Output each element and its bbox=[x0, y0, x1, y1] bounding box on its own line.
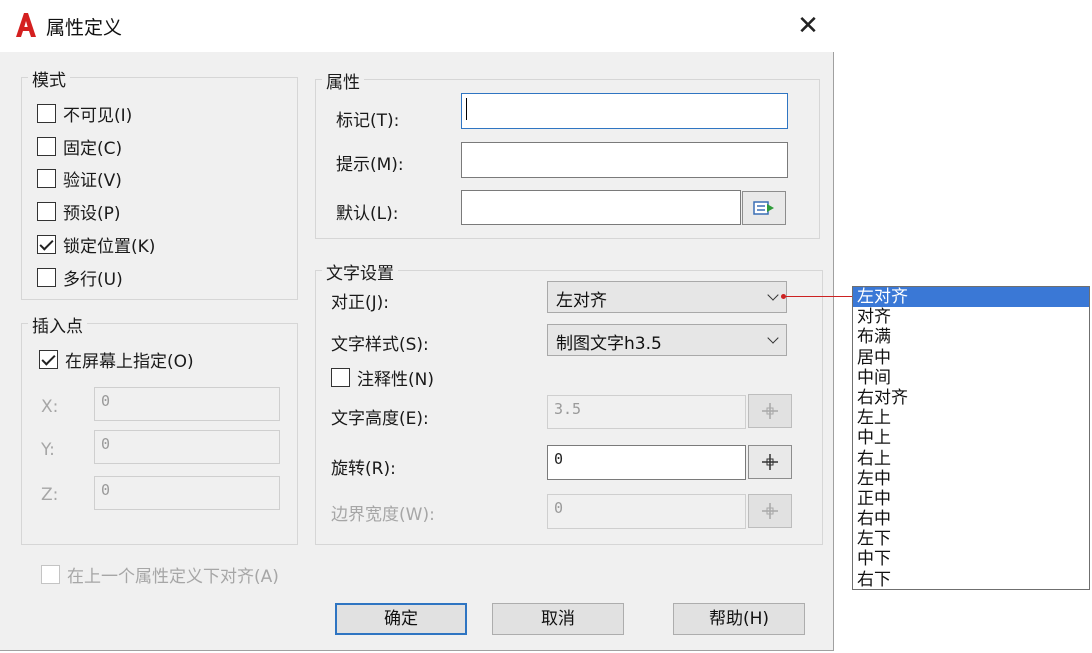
specify-on-screen-checkbox[interactable]: 在屏幕上指定(O) bbox=[39, 347, 194, 372]
invisible-checkbox-box[interactable] bbox=[37, 104, 56, 123]
callout-line bbox=[784, 296, 854, 297]
z-label: Z: bbox=[41, 485, 59, 505]
x-input[interactable]: 0 bbox=[94, 387, 280, 421]
justify-option-bottom-left[interactable]: 左下 bbox=[853, 529, 1089, 549]
constant-checkbox-label: 固定(C) bbox=[63, 139, 123, 159]
insert-field-button[interactable] bbox=[742, 191, 786, 225]
tag-input[interactable] bbox=[461, 93, 788, 129]
justify-option-center[interactable]: 居中 bbox=[853, 348, 1089, 368]
crosshair-icon bbox=[762, 503, 778, 519]
dialog-title: 属性定义 bbox=[46, 17, 123, 39]
y-label: Y: bbox=[41, 440, 55, 460]
justify-option-top-right[interactable]: 右上 bbox=[853, 449, 1089, 469]
title-bar: 属性定义 ✕ bbox=[0, 0, 834, 52]
justify-option-bottom-right[interactable]: 右下 bbox=[853, 570, 1089, 590]
default-input[interactable] bbox=[461, 190, 741, 225]
insert-field-icon bbox=[753, 201, 774, 215]
z-input[interactable]: 0 bbox=[94, 476, 280, 510]
verify-checkbox-box[interactable] bbox=[37, 169, 56, 188]
help-button[interactable]: 帮助(H) bbox=[673, 603, 805, 635]
justify-option-middle-center[interactable]: 正中 bbox=[853, 489, 1089, 509]
rotation-label: 旋转(R): bbox=[331, 459, 396, 479]
annotative-label: 注释性(N) bbox=[357, 370, 434, 390]
justify-select-value: 左对齐 bbox=[556, 291, 607, 311]
attribute-definition-dialog: 属性定义 ✕ 模式 不可见(I) 固定(C) 验证(V) 预设(P) 锁定位置(… bbox=[0, 0, 834, 651]
text-settings-legend: 文字设置 bbox=[322, 259, 398, 284]
justify-option-middle-right[interactable]: 右中 bbox=[853, 509, 1089, 529]
verify-checkbox[interactable]: 验证(V) bbox=[37, 166, 122, 191]
text-caret bbox=[466, 98, 467, 120]
text-style-label: 文字样式(S): bbox=[331, 335, 429, 355]
pick-text-height-button[interactable] bbox=[748, 394, 792, 428]
justify-option-middle-left[interactable]: 左中 bbox=[853, 469, 1089, 489]
preset-checkbox[interactable]: 预设(P) bbox=[37, 199, 121, 224]
text-style-select[interactable]: 制图文字h3.5 bbox=[547, 324, 787, 356]
constant-checkbox[interactable]: 固定(C) bbox=[37, 134, 122, 159]
annotative-checkbox[interactable]: 注释性(N) bbox=[331, 365, 434, 390]
constant-checkbox-box[interactable] bbox=[37, 137, 56, 156]
prompt-input[interactable] bbox=[461, 142, 788, 178]
mode-group-legend: 模式 bbox=[28, 66, 70, 91]
boundary-width-label: 边界宽度(W): bbox=[331, 505, 435, 525]
text-height-input[interactable]: 3.5 bbox=[547, 395, 746, 429]
chevron-down-icon bbox=[767, 332, 779, 344]
text-height-label: 文字高度(E): bbox=[331, 409, 429, 429]
preset-checkbox-label: 预设(P) bbox=[63, 204, 121, 224]
annotative-checkbox-box[interactable] bbox=[331, 368, 350, 387]
y-input[interactable]: 0 bbox=[94, 430, 280, 464]
justify-option-left[interactable]: 左对齐 bbox=[853, 287, 1089, 308]
default-label: 默认(L): bbox=[336, 204, 399, 224]
justify-option-bottom-center[interactable]: 中下 bbox=[853, 549, 1089, 569]
crosshair-icon bbox=[762, 403, 778, 419]
x-label: X: bbox=[41, 397, 59, 417]
justify-option-middle[interactable]: 中间 bbox=[853, 368, 1089, 388]
multiline-checkbox-box[interactable] bbox=[37, 268, 56, 287]
justify-dropdown-list: 左对齐 对齐 布满 居中 中间 右对齐 左上 中上 右上 左中 正中 右中 左下… bbox=[852, 286, 1090, 590]
lock-position-checkbox-label: 锁定位置(K) bbox=[63, 237, 156, 257]
pick-boundary-width-button[interactable] bbox=[748, 494, 792, 528]
justify-option-top-left[interactable]: 左上 bbox=[853, 408, 1089, 428]
multiline-checkbox-label: 多行(U) bbox=[63, 270, 123, 290]
justify-option-right[interactable]: 右对齐 bbox=[853, 388, 1089, 408]
specify-on-screen-checkbox-box[interactable] bbox=[39, 350, 58, 369]
justify-option-fit[interactable]: 布满 bbox=[853, 327, 1089, 347]
invisible-checkbox-label: 不可见(I) bbox=[63, 106, 133, 126]
justify-label: 对正(J): bbox=[331, 293, 390, 313]
boundary-width-input[interactable]: 0 bbox=[547, 494, 746, 529]
text-style-select-value: 制图文字h3.5 bbox=[556, 334, 662, 354]
lock-position-checkbox[interactable]: 锁定位置(K) bbox=[37, 232, 155, 257]
specify-on-screen-label: 在屏幕上指定(O) bbox=[65, 352, 194, 372]
tag-label: 标记(T): bbox=[336, 111, 400, 131]
crosshair-icon bbox=[762, 454, 778, 470]
align-below-checkbox[interactable]: 在上一个属性定义下对齐(A) bbox=[41, 562, 279, 587]
align-below-label: 在上一个属性定义下对齐(A) bbox=[67, 567, 279, 587]
close-button[interactable]: ✕ bbox=[788, 6, 828, 46]
preset-checkbox-box[interactable] bbox=[37, 202, 56, 221]
chevron-down-icon bbox=[767, 289, 779, 301]
attribute-legend: 属性 bbox=[322, 68, 364, 93]
ok-button[interactable]: 确定 bbox=[335, 603, 467, 635]
justify-option-align[interactable]: 对齐 bbox=[853, 307, 1089, 327]
cancel-button[interactable]: 取消 bbox=[492, 603, 624, 635]
align-below-checkbox-box[interactable] bbox=[41, 565, 60, 584]
prompt-label: 提示(M): bbox=[336, 155, 404, 175]
pick-rotation-button[interactable] bbox=[748, 445, 792, 479]
verify-checkbox-label: 验证(V) bbox=[63, 171, 122, 191]
justify-option-top-center[interactable]: 中上 bbox=[853, 428, 1089, 448]
rotation-input[interactable]: 0 bbox=[547, 445, 746, 480]
insertion-point-legend: 插入点 bbox=[28, 312, 87, 337]
lock-position-checkbox-box[interactable] bbox=[37, 235, 56, 254]
autocad-logo-icon bbox=[16, 13, 36, 37]
invisible-checkbox[interactable]: 不可见(I) bbox=[37, 101, 132, 126]
justify-select[interactable]: 左对齐 bbox=[547, 281, 787, 313]
multiline-checkbox[interactable]: 多行(U) bbox=[37, 265, 123, 290]
